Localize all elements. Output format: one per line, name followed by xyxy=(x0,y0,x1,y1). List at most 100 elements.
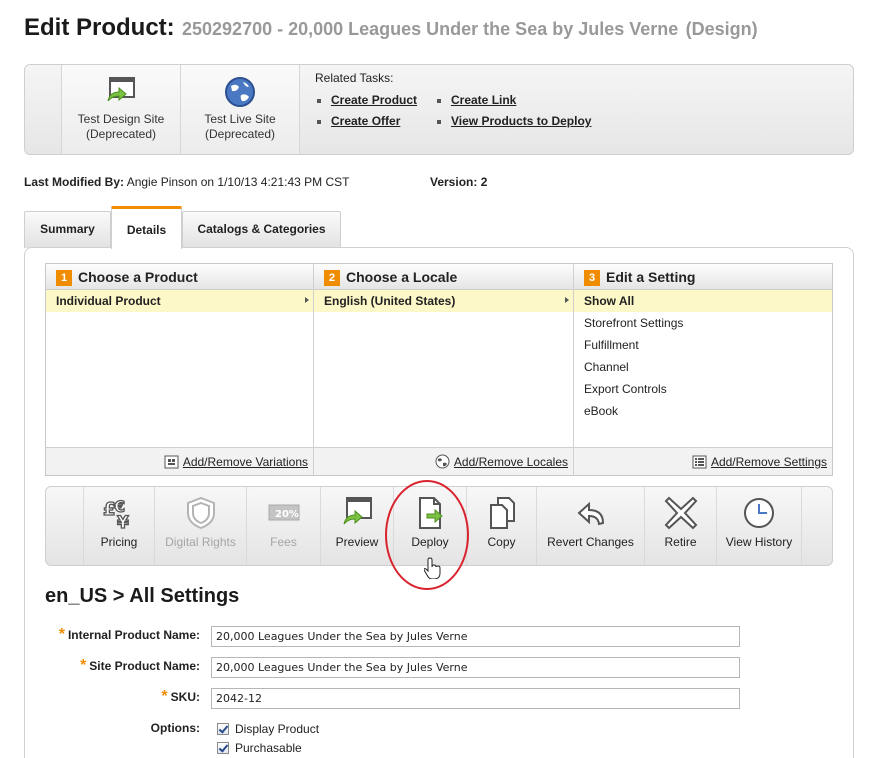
step-number: 2 xyxy=(324,270,340,286)
chevron-right-icon xyxy=(565,297,569,303)
list-item-individual-product[interactable]: Individual Product xyxy=(46,290,313,312)
pricing-currency-icon: £ € ¥ xyxy=(102,496,129,531)
revert-changes-label: Revert Changes xyxy=(547,535,634,549)
column-header: 2 Choose a Locale xyxy=(314,264,573,290)
column-title: Edit a Setting xyxy=(606,269,696,285)
version-value: 2 xyxy=(480,175,488,189)
tab-catalogs-categories[interactable]: Catalogs & Categories xyxy=(182,211,341,248)
test-design-site-label: Test Design Site xyxy=(77,112,165,126)
page-title-main: Edit Product: xyxy=(24,14,175,41)
setting-export-controls[interactable]: Export Controls xyxy=(574,378,832,400)
test-design-site-button[interactable]: Test Design Site (Deprecated) xyxy=(61,65,181,154)
preview-label: Preview xyxy=(335,535,379,549)
required-asterisk: * xyxy=(161,688,168,705)
related-tasks-title: Related Tasks: xyxy=(315,71,394,85)
view-history-label: View History xyxy=(725,535,793,549)
last-modified-label: Last Modified By: xyxy=(24,175,125,189)
setting-storefront-settings[interactable]: Storefront Settings xyxy=(574,312,832,334)
related-tasks: Related Tasks: Create Product Create Off… xyxy=(315,71,845,128)
purchasable-label: Purchasable xyxy=(235,741,302,755)
tab-summary[interactable]: Summary xyxy=(24,211,111,248)
pricing-label: Pricing xyxy=(100,535,138,549)
related-task-item: Create Offer xyxy=(315,114,417,135)
setting-fulfillment[interactable]: Fulfillment xyxy=(574,334,832,356)
create-offer-link[interactable]: Create Offer xyxy=(331,114,400,128)
pricing-button[interactable]: £ € ¥ Pricing xyxy=(83,487,154,565)
test-design-site-icon xyxy=(107,77,135,102)
display-product-label: Display Product xyxy=(235,722,320,736)
related-tasks-col2: Create Link View Products to Deploy xyxy=(435,93,591,135)
clock-icon xyxy=(744,498,774,528)
globe-icon xyxy=(435,454,450,469)
copy-icon xyxy=(489,497,515,529)
view-history-button[interactable]: View History xyxy=(716,487,802,565)
setting-channel[interactable]: Channel xyxy=(574,356,832,378)
version-label: Version: xyxy=(430,175,478,189)
product-status: (Design) xyxy=(685,19,758,39)
create-link-link[interactable]: Create Link xyxy=(451,93,516,107)
display-product-checkbox[interactable] xyxy=(217,723,229,735)
revert-icon xyxy=(577,501,604,526)
column-title: Choose a Product xyxy=(78,269,198,285)
column-footer: Add/Remove Settings xyxy=(574,447,832,475)
related-task-item: Create Product xyxy=(315,93,417,114)
site-product-name-field[interactable]: 20,000 Leagues Under the Sea by Jules Ve… xyxy=(211,657,740,678)
choose-product-column: 1 Choose a Product Individual Product Add… xyxy=(46,264,314,475)
fees-label: Fees xyxy=(270,535,297,549)
fees-button[interactable]: 20% Fees xyxy=(246,487,320,565)
preview-button[interactable]: Preview xyxy=(320,487,393,565)
retire-label: Retire xyxy=(664,535,697,549)
setting-show-all[interactable]: Show All xyxy=(574,290,832,312)
purchasable-checkbox[interactable] xyxy=(217,742,229,754)
product-id-name: 250292700 - 20,000 Leagues Under the Sea… xyxy=(182,19,679,39)
view-products-to-deploy-link[interactable]: View Products to Deploy xyxy=(451,114,591,128)
settings-list-icon xyxy=(692,455,707,469)
setting-ebook[interactable]: eBook xyxy=(574,400,832,422)
required-asterisk: * xyxy=(58,626,65,643)
site-product-name-label: * Site Product Name: xyxy=(80,657,200,674)
add-remove-locales-link[interactable]: Add/Remove Locales xyxy=(454,455,568,469)
fees-icon: 20% xyxy=(268,504,299,521)
step-number: 1 xyxy=(56,270,72,286)
related-tasks-col1: Create Product Create Offer xyxy=(315,93,417,135)
svg-text:20%: 20% xyxy=(275,509,299,520)
page-title: Edit Product: 250292700 - 20,000 Leagues… xyxy=(24,14,758,42)
display-product-option[interactable]: Display Product xyxy=(217,721,319,739)
internal-product-name-field[interactable]: 20,000 Leagues Under the Sea by Jules Ve… xyxy=(211,626,740,647)
retire-button[interactable]: Retire xyxy=(644,487,716,565)
add-remove-settings-link[interactable]: Add/Remove Settings xyxy=(711,455,827,469)
add-remove-variations-link[interactable]: Add/Remove Variations xyxy=(183,455,308,469)
purchasable-option[interactable]: Purchasable xyxy=(217,740,302,758)
digital-rights-label: Digital Rights xyxy=(165,535,236,549)
shield-icon xyxy=(186,496,215,530)
tab-details[interactable]: Details xyxy=(111,206,182,249)
last-modified-value: Angie Pinson on 1/10/13 4:21:43 PM CST xyxy=(126,175,350,189)
sku-field[interactable]: 2042-12 xyxy=(211,688,740,709)
chevron-right-icon xyxy=(305,297,309,303)
last-modified: Last Modified By: Angie Pinson on 1/10/1… xyxy=(24,175,350,189)
revert-changes-button[interactable]: Revert Changes xyxy=(536,487,644,565)
globe-icon xyxy=(225,77,255,107)
options-label: Options: xyxy=(150,721,200,735)
copy-button[interactable]: Copy xyxy=(466,487,536,565)
column-footer: Add/Remove Locales xyxy=(314,447,573,475)
retire-x-icon xyxy=(664,496,697,530)
top-action-panel: Test Design Site (Deprecated) Test Live … xyxy=(24,64,854,155)
test-live-site-button[interactable]: Test Live Site (Deprecated) xyxy=(180,65,300,154)
column-header: 3 Edit a Setting xyxy=(574,264,832,290)
list-item-english-us[interactable]: English (United States) xyxy=(314,290,573,312)
copy-label: Copy xyxy=(487,535,516,549)
column-header: 1 Choose a Product xyxy=(46,264,313,290)
sku-label: * SKU: xyxy=(161,688,200,705)
required-asterisk: * xyxy=(80,657,87,674)
create-product-link[interactable]: Create Product xyxy=(331,93,417,107)
version: Version: 2 xyxy=(430,175,487,189)
digital-rights-button[interactable]: Digital Rights xyxy=(154,487,246,565)
deploy-highlight-circle xyxy=(385,480,469,590)
section-title: en_US > All Settings xyxy=(45,585,240,607)
internal-product-name-label: * Internal Product Name: xyxy=(58,626,200,643)
variations-icon xyxy=(164,455,179,469)
step-number: 3 xyxy=(584,270,600,286)
preview-icon xyxy=(343,497,372,525)
test-live-site-label: Test Live Site xyxy=(204,112,276,126)
